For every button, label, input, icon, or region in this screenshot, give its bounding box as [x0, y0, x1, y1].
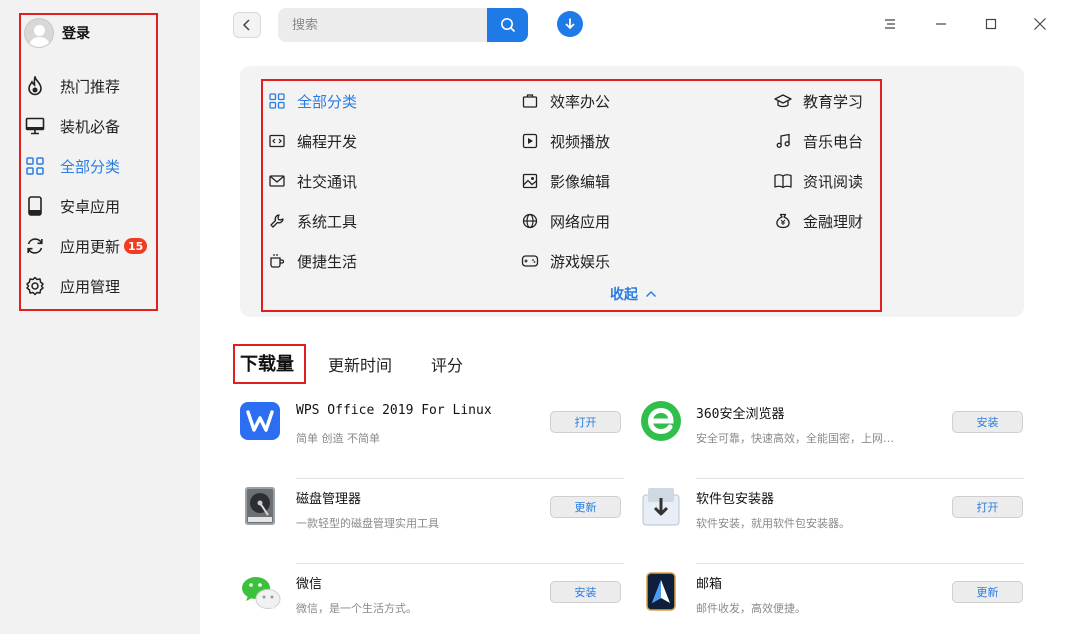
app-name: 邮箱: [696, 577, 723, 592]
sort-highlight-box: [233, 344, 306, 384]
category-highlight-box: [261, 79, 882, 312]
chevron-left-icon: [242, 19, 250, 31]
wechat-icon: [240, 570, 282, 612]
mail-app-icon: [640, 570, 682, 612]
tab-update-time[interactable]: 更新时间: [328, 352, 392, 376]
search-icon: [500, 18, 515, 33]
search-button[interactable]: [487, 8, 528, 42]
app-action-button[interactable]: 更新: [550, 496, 621, 518]
app-item[interactable]: 微信 微信，是一个生活方式。 安装: [240, 564, 624, 634]
menu-button[interactable]: [880, 14, 900, 34]
app-name: WPS Office 2019 For Linux: [296, 403, 492, 418]
hamburger-menu-icon: [885, 19, 895, 29]
app-item[interactable]: WPS Office 2019 For Linux 简单 创造 不简单 打开: [240, 394, 624, 479]
minimize-button[interactable]: [931, 14, 951, 34]
download-manager-button[interactable]: [557, 11, 583, 37]
app-action-button[interactable]: 安装: [952, 411, 1023, 433]
app-description: 微信，是一个生活方式。: [296, 602, 417, 615]
app-name: 磁盘管理器: [296, 492, 362, 507]
app-name: 360安全浏览器: [696, 407, 785, 422]
back-button[interactable]: [233, 12, 261, 38]
maximize-button[interactable]: [981, 14, 1001, 34]
app-description: 简单 创造 不简单: [296, 432, 380, 445]
app-action-button[interactable]: 打开: [952, 496, 1023, 518]
tab-rating[interactable]: 评分: [431, 352, 463, 376]
search-bar: [278, 8, 528, 42]
app-item[interactable]: 邮箱 邮件收发，高效便捷。 更新: [640, 564, 1024, 634]
close-icon: [1034, 18, 1046, 30]
app-description: 安全可靠，快速高效，全能国密，上网…: [696, 432, 894, 445]
app-description: 一款轻型的磁盘管理实用工具: [296, 517, 439, 530]
sidebar-highlight-box: [19, 13, 158, 311]
download-arrow-icon: [565, 18, 575, 30]
app-description: 软件安装，就用软件包安装器。: [696, 517, 850, 530]
wps-icon: [240, 400, 282, 442]
app-name: 微信: [296, 577, 323, 592]
minimize-icon: [936, 23, 946, 25]
app-name: 软件包安装器: [696, 492, 775, 507]
browser-360-icon: [640, 400, 682, 442]
app-item[interactable]: 360安全浏览器 安全可靠，快速高效，全能国密，上网… 安装: [640, 394, 1024, 479]
package-installer-icon: [640, 485, 682, 527]
app-action-button[interactable]: 安装: [550, 581, 621, 603]
close-button[interactable]: [1030, 14, 1050, 34]
maximize-icon: [985, 18, 997, 30]
app-action-button[interactable]: 打开: [550, 411, 621, 433]
app-item[interactable]: 软件包安装器 软件安装，就用软件包安装器。 打开: [640, 479, 1024, 564]
app-description: 邮件收发，高效便捷。: [696, 602, 806, 615]
app-item[interactable]: 磁盘管理器 一款轻型的磁盘管理实用工具 更新: [240, 479, 624, 564]
app-action-button[interactable]: 更新: [952, 581, 1023, 603]
search-input[interactable]: [278, 8, 487, 42]
disk-icon: [240, 485, 282, 527]
